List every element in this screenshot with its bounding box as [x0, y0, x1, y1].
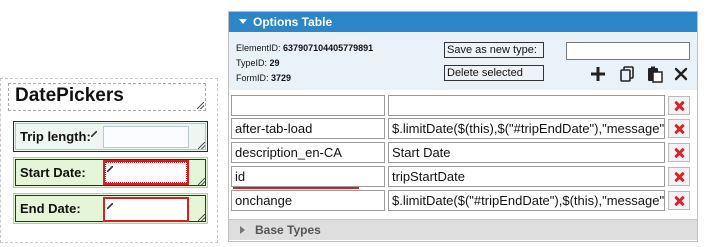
paste-icon[interactable] [646, 65, 664, 83]
option-value-input[interactable] [388, 95, 665, 116]
delete-row-icon[interactable] [668, 191, 690, 210]
resize-handle-icon[interactable] [198, 142, 205, 149]
resize-handle-icon[interactable] [198, 214, 205, 221]
option-key-input[interactable] [231, 95, 385, 116]
element-id-value: 637907104405779891 [283, 43, 374, 53]
type-id-value: 29 [269, 58, 280, 68]
delete-row-icon[interactable] [668, 167, 690, 186]
label-resize-handle-icon[interactable] [91, 131, 97, 137]
close-icon[interactable] [672, 65, 690, 83]
trip-length-input[interactable] [103, 126, 189, 148]
delete-selected-button[interactable]: Delete selected [444, 65, 544, 81]
caret-down-icon [239, 19, 247, 24]
option-key-input[interactable]: onchange [231, 190, 385, 211]
input-resize-handle-icon[interactable] [107, 166, 113, 172]
highlight-underline [233, 187, 359, 189]
end-date-label: End Date: [20, 201, 81, 216]
page-title-element[interactable]: DatePickers [8, 83, 206, 111]
option-value-input[interactable]: tripStartDate [388, 166, 665, 187]
base-types-title: Base Types [255, 223, 321, 237]
options-table-panel: Options Table ElementID: 637907104405779… [228, 11, 698, 242]
table-row: description_en-CA Start Date [231, 142, 695, 164]
option-value-input[interactable]: $.limitDate($(this),$("#tripEndDate"),"m… [388, 118, 665, 139]
element-id-line: ElementID: 637907104405779891 [236, 43, 373, 53]
trip-length-field[interactable]: Trip length: [13, 121, 208, 152]
resize-handle-icon[interactable] [198, 178, 205, 185]
save-as-new-type-label: Save as new type: [444, 42, 544, 58]
element-id-label: ElementID: [236, 43, 281, 53]
save-as-new-type-input[interactable] [566, 42, 690, 60]
trip-length-label: Trip length: [20, 129, 91, 144]
start-date-label: Start Date: [20, 165, 86, 180]
option-value-input[interactable]: Start Date [388, 142, 665, 163]
options-table-header[interactable]: Options Table [229, 12, 697, 32]
table-row: after-tab-load $.limitDate($(this),$("#t… [231, 118, 695, 140]
option-key-input[interactable]: after-tab-load [231, 118, 385, 139]
selection-outline [105, 162, 187, 183]
plus-icon[interactable] [589, 65, 607, 83]
form-id-value: 3729 [271, 73, 292, 83]
resize-handle-icon[interactable] [197, 102, 204, 109]
caret-right-icon [240, 226, 245, 234]
delete-row-icon[interactable] [668, 96, 690, 115]
type-id-line: TypeID: 29 [236, 58, 280, 68]
delete-row-icon[interactable] [668, 143, 690, 162]
option-key-input[interactable]: description_en-CA [231, 142, 385, 163]
option-value-input[interactable]: $.limitDate($("#tripEndDate"),$(this),"m… [388, 190, 665, 211]
element-info: ElementID: 637907104405779891 TypeID: 29… [229, 32, 697, 90]
input-resize-handle-icon[interactable] [107, 203, 113, 209]
end-date-input[interactable] [103, 197, 189, 222]
start-date-field[interactable]: Start Date: [13, 157, 208, 188]
table-row: onchange $.limitDate($("#tripEndDate"),$… [231, 190, 695, 212]
form-id-label: FormID: [236, 73, 269, 83]
options-table-title: Options Table [253, 15, 333, 29]
page-title: DatePickers [15, 85, 124, 106]
end-date-field[interactable]: End Date: [13, 193, 208, 224]
table-row: id tripStartDate [231, 166, 695, 188]
base-types-header[interactable]: Base Types [229, 219, 697, 240]
table-row [231, 95, 695, 117]
form-id-line: FormID: 3729 [236, 73, 291, 83]
type-id-label: TypeID: [236, 58, 268, 68]
copy-icon[interactable] [618, 65, 636, 83]
delete-row-icon[interactable] [668, 119, 690, 138]
option-key-input[interactable]: id [231, 166, 385, 187]
